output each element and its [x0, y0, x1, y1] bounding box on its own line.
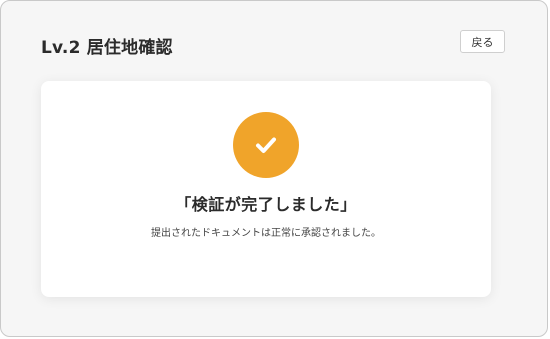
verification-panel: Lv.2 居住地確認 戻る 「検証が完了しました」 提出されたドキュメントは正常… [0, 0, 548, 337]
success-badge [233, 112, 299, 178]
back-button[interactable]: 戻る [460, 30, 505, 53]
page-title: Lv.2 居住地確認 [41, 38, 173, 58]
success-message: 提出されたドキュメントは正常に承認されました。 [151, 228, 381, 239]
check-icon [256, 137, 276, 153]
result-card: 「検証が完了しました」 提出されたドキュメントは正常に承認されました。 [41, 81, 491, 297]
success-title: 「検証が完了しました」 [175, 195, 357, 214]
